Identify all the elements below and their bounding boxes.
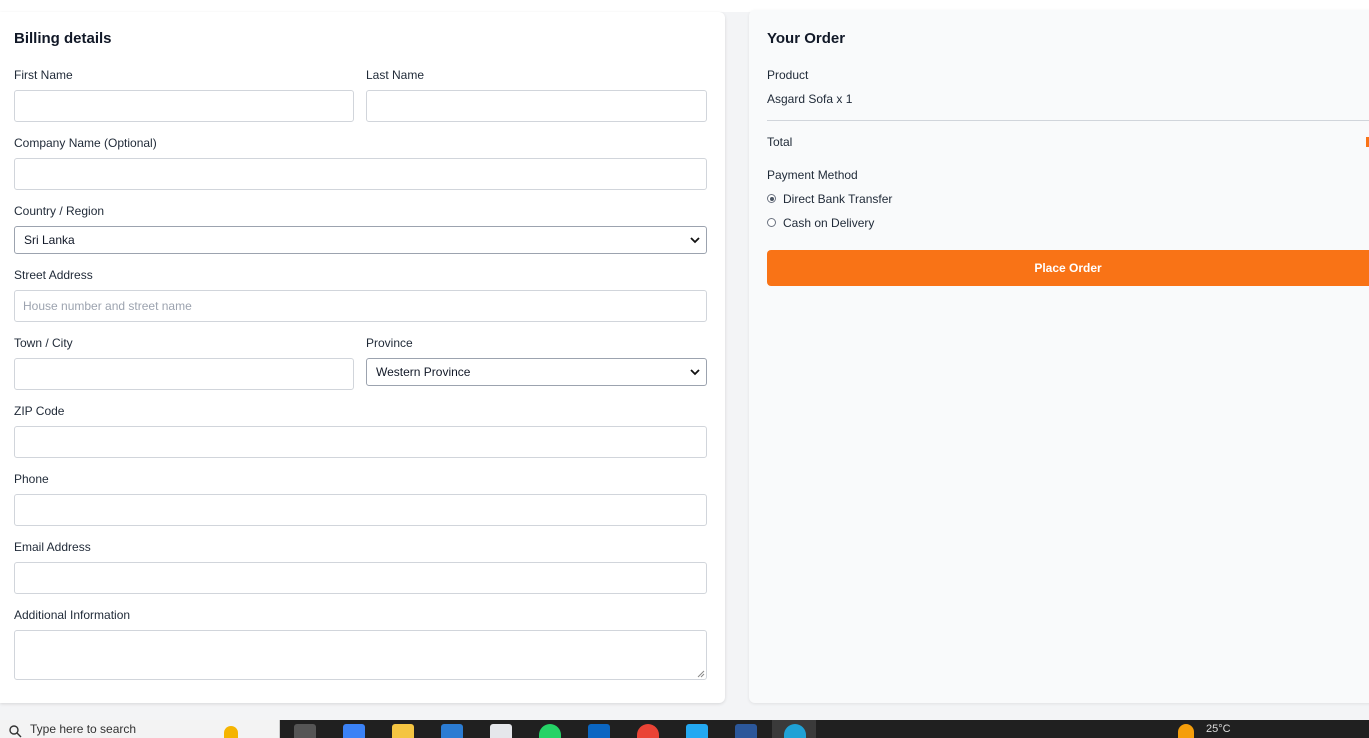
copilot-icon[interactable] — [343, 724, 365, 738]
zip-input[interactable] — [14, 426, 707, 458]
town-input[interactable] — [14, 358, 354, 390]
province-select[interactable]: Western Province — [366, 358, 707, 386]
last-name-input[interactable] — [366, 90, 707, 122]
country-select[interactable]: Sri Lanka — [14, 226, 707, 254]
country-select-value: Sri Lanka — [24, 233, 75, 247]
payment-method-label: Payment Method — [767, 168, 858, 182]
country-label: Country / Region — [14, 204, 105, 218]
first-name-label: First Name — [14, 68, 73, 82]
taskbar-search-box[interactable]: Type here to search — [0, 720, 280, 738]
payment-option-label[interactable]: Direct Bank Transfer — [783, 192, 892, 206]
whatsapp-icon[interactable] — [539, 724, 561, 738]
chrome-icon[interactable] — [637, 724, 659, 738]
taskbar-search-text: Type here to search — [30, 722, 137, 736]
search-icon — [9, 725, 22, 738]
additional-info-wrapper — [14, 630, 707, 680]
weather-icon[interactable] — [1178, 724, 1194, 738]
radio-cash-on-delivery[interactable] — [767, 218, 776, 227]
last-name-label: Last Name — [366, 68, 425, 82]
windows-taskbar: Type here to search 25°C — [0, 720, 1369, 738]
radio-direct-bank-transfer[interactable] — [767, 194, 776, 203]
task-view-icon[interactable] — [294, 724, 316, 738]
zip-label: ZIP Code — [14, 404, 65, 418]
province-label: Province — [366, 336, 413, 350]
chevron-down-icon — [690, 369, 700, 376]
order-divider — [767, 120, 1369, 121]
company-label: Company Name (Optional) — [14, 136, 157, 150]
town-label: Town / City — [14, 336, 73, 350]
billing-title: Billing details — [14, 30, 112, 47]
vscode-icon[interactable] — [686, 724, 708, 738]
product-line: Asgard Sofa x 1 — [767, 92, 853, 106]
phone-input[interactable] — [14, 494, 707, 526]
additional-info-textarea[interactable] — [14, 630, 707, 680]
place-order-label: Place Order — [1034, 261, 1102, 275]
store-icon[interactable] — [490, 724, 512, 738]
order-panel — [749, 10, 1369, 703]
company-input[interactable] — [14, 158, 707, 190]
order-title: Your Order — [767, 30, 846, 47]
file-explorer-icon[interactable] — [392, 724, 414, 738]
street-input[interactable] — [14, 290, 707, 322]
widget-icon[interactable] — [224, 726, 238, 738]
email-label: Email Address — [14, 540, 91, 554]
resize-grip-icon[interactable] — [697, 670, 705, 678]
word-icon[interactable] — [735, 724, 757, 738]
additional-info-label: Additional Information — [14, 608, 131, 622]
email-input[interactable] — [14, 562, 707, 594]
first-name-input[interactable] — [14, 90, 354, 122]
weather-text[interactable]: 25°C — [1206, 723, 1231, 735]
mail-icon[interactable] — [441, 724, 463, 738]
phone-label: Phone — [14, 472, 49, 486]
linkedin-icon[interactable] — [588, 724, 610, 738]
total-label: Total — [767, 135, 793, 149]
place-order-button[interactable]: Place Order — [767, 250, 1369, 286]
payment-option-label[interactable]: Cash on Delivery — [783, 216, 874, 230]
product-header: Product — [767, 68, 809, 82]
chevron-down-icon — [690, 237, 700, 244]
province-select-value: Western Province — [376, 365, 471, 379]
street-label: Street Address — [14, 268, 93, 282]
